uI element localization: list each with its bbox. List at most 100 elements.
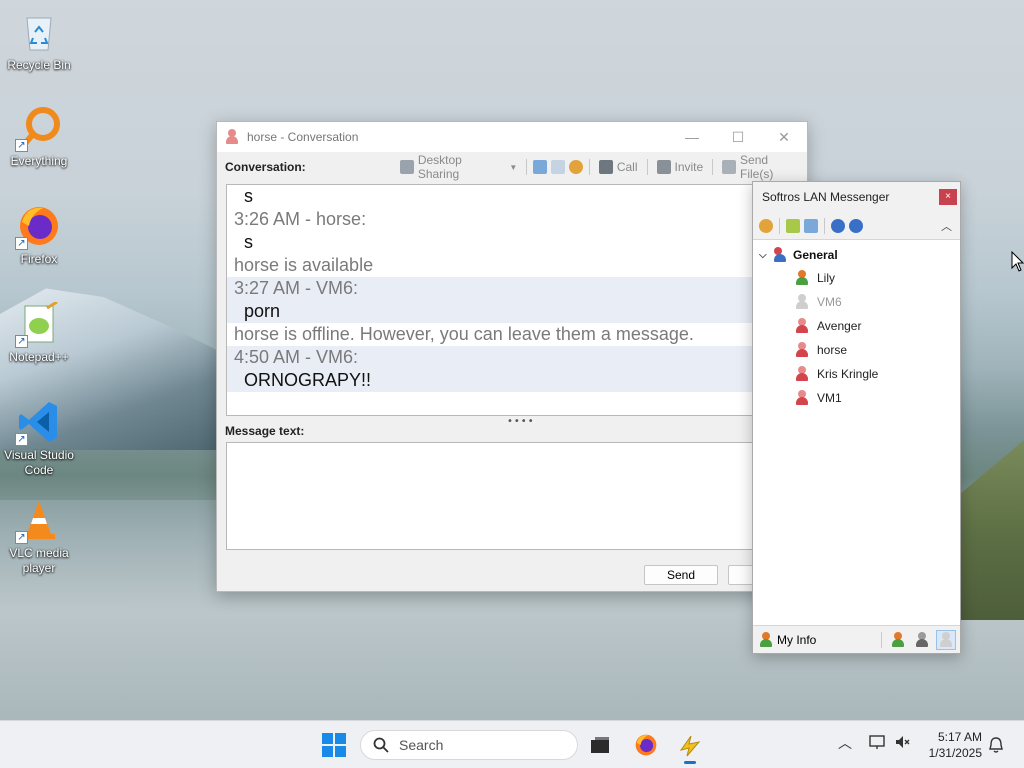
system-clock[interactable]: 5:17 AM 1/31/2025 (924, 729, 982, 761)
contact-item[interactable]: Kris Kringle (753, 362, 960, 386)
messenger-statusbar: My Info (753, 625, 960, 653)
taskbar-search[interactable]: Search (360, 730, 578, 760)
volume-muted-icon[interactable] (894, 733, 912, 751)
messenger-titlebar[interactable]: Softros LAN Messenger × (753, 182, 960, 212)
chevron-up-icon[interactable]: ︿ (838, 733, 852, 753)
shortcut-arrow-icon: ↗ (15, 139, 28, 152)
history-icon[interactable] (533, 160, 548, 174)
message-line: horse is offline. However, you can leave… (234, 324, 694, 344)
contact-item[interactable]: Avenger (753, 314, 960, 338)
wallpaper-hill (960, 440, 1024, 620)
minimize-button[interactable]: — (669, 122, 715, 152)
message-line: horse is available (234, 255, 374, 275)
maximize-button[interactable]: ☐ (715, 122, 761, 152)
help-icon[interactable] (831, 218, 845, 233)
mouse-cursor-icon (1011, 251, 1024, 272)
search-placeholder: Search (399, 737, 444, 753)
contact-item[interactable]: horse (753, 338, 960, 362)
start-button[interactable] (322, 733, 346, 757)
close-button[interactable]: × (939, 189, 957, 205)
chevron-up-icon[interactable]: ︿ (941, 218, 952, 234)
status-offline-icon[interactable] (936, 629, 956, 650)
user-icon (795, 342, 809, 358)
tree-group-general[interactable]: ⌵ General (753, 244, 960, 266)
desktop-icon-recycle-bin[interactable]: Recycle Bin (0, 10, 78, 73)
toolbar-separator (646, 159, 648, 175)
desktop-icon-vlc[interactable]: ↗ VLC media player (0, 498, 78, 576)
contact-item[interactable]: Lily (753, 266, 960, 290)
desktop-sharing-button[interactable]: Desktop Sharing ▼ (397, 153, 520, 181)
message-line: ORNOGRAPY!! (227, 369, 765, 392)
desktop-icon-notepadpp[interactable]: ↗ Notepad++ (0, 300, 78, 365)
toolbar-buttons: Desktop Sharing ▼ Call Invite Send File(… (397, 153, 807, 181)
history-icon[interactable] (804, 218, 818, 233)
user-icon (795, 390, 809, 406)
recycle-bin-icon (17, 10, 61, 54)
clock-time: 5:17 AM (937, 730, 982, 744)
taskbar-task-view[interactable] (586, 731, 614, 759)
desktop-icon-vscode[interactable]: ↗ Visual Studio Code (0, 400, 78, 478)
call-button[interactable]: Call (596, 160, 641, 174)
desktop-icon-label: Everything (10, 154, 68, 168)
settings-icon[interactable] (569, 160, 583, 174)
clock-date: 1/31/2025 (928, 746, 982, 760)
window-title: horse - Conversation (247, 130, 359, 144)
desktop-icon-everything[interactable]: ↗ Everything (0, 106, 78, 169)
network-icon[interactable] (868, 733, 886, 751)
message-line: s (244, 186, 253, 206)
contact-name: Lily (817, 271, 836, 285)
message-line: 4:50 AM - VM6: (227, 346, 765, 369)
messenger-window: Softros LAN Messenger × ︿ ⌵ General Lily… (752, 181, 961, 654)
conversation-history[interactable]: s 3:26 AM - horse: s horse is available … (226, 184, 766, 416)
folder-icon[interactable] (786, 218, 800, 233)
vscode-icon: ↗ (15, 400, 61, 446)
toolbar-separator (526, 159, 528, 175)
message-line: 3:26 AM - horse: (234, 209, 367, 229)
chevron-down-icon: ▼ (509, 162, 518, 172)
conversation-window: horse - Conversation — ☐ ✕ Conversation:… (216, 121, 808, 592)
conversation-toolbar: Conversation: Desktop Sharing ▼ Call Inv… (217, 153, 807, 181)
close-button[interactable]: ✕ (761, 122, 807, 152)
messenger-toolbar: ︿ (753, 212, 960, 240)
group-icon (773, 247, 787, 263)
user-icon (795, 318, 809, 334)
status-away-icon[interactable] (912, 630, 932, 650)
vlc-icon: ↗ (15, 498, 61, 544)
toolbar-separator (588, 159, 590, 175)
call-label: Call (616, 160, 638, 174)
desktop-icon-label: VLC media player (9, 546, 69, 575)
messenger-icon (679, 735, 701, 757)
taskbar-softros-messenger[interactable] (676, 731, 704, 764)
taskbar-firefox[interactable] (632, 731, 660, 759)
message-text-label: Message text: (225, 424, 305, 438)
everything-icon: ↗ (15, 106, 61, 152)
contact-item[interactable]: VM6 (753, 290, 960, 314)
group-name: General (793, 248, 838, 262)
settings-icon[interactable] (759, 218, 773, 233)
send-files-label: Send File(s) (740, 153, 774, 181)
desktop-icon-firefox[interactable]: ↗ Firefox (0, 204, 78, 267)
notepadpp-icon: ↗ (15, 300, 61, 348)
status-available-icon[interactable] (888, 630, 908, 650)
invite-label: Invite (674, 160, 704, 174)
desktop-icon-label: Recycle Bin (7, 58, 71, 72)
send-files-button[interactable]: Send File(s) (719, 153, 807, 181)
contact-item[interactable]: VM1 (753, 386, 960, 410)
search-icon (373, 737, 389, 753)
shortcut-arrow-icon: ↗ (15, 433, 28, 446)
my-info-button[interactable]: My Info (777, 633, 816, 647)
contact-name: VM1 (817, 391, 842, 405)
message-input[interactable] (226, 442, 766, 550)
pane-splitter[interactable]: •••• (507, 416, 535, 427)
user-available-icon (795, 270, 809, 286)
contact-name: VM6 (817, 295, 842, 309)
notes-icon[interactable] (551, 160, 566, 174)
info-icon[interactable] (849, 218, 863, 233)
invite-button[interactable]: Invite (654, 160, 707, 174)
desktop-sharing-icon (400, 160, 414, 174)
shortcut-arrow-icon: ↗ (15, 237, 28, 250)
notification-bell-icon[interactable] (988, 736, 1004, 754)
send-button[interactable]: Send (644, 565, 718, 585)
chevron-down-icon[interactable]: ⌵ (759, 250, 773, 261)
conversation-titlebar[interactable]: horse - Conversation — ☐ ✕ (217, 122, 807, 152)
